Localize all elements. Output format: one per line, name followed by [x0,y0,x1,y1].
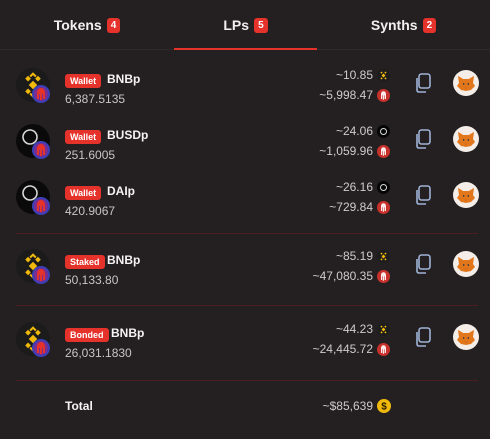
spartan-badge-icon [32,339,50,357]
tab-tokens-label: Tokens [53,17,102,33]
tab-synths[interactable]: Synths 2 [317,0,490,50]
value-asset-icon-wrap [377,125,390,138]
value-asset-icon-wrap [377,250,390,263]
location-tag: Bonded [65,328,109,342]
asset-name: BNBp [111,326,145,340]
sparta-icon [377,145,390,158]
tab-synths-count-badge: 2 [422,17,437,33]
lp-row: Bonded BNBp 26,031.1830 ~44.23 ~24,445.7… [0,318,490,374]
value-asset: ~85.19 [335,249,373,263]
dai-icon [377,181,390,194]
dollar-coin-icon: $ [377,399,391,413]
asset-name: BNBp [107,253,141,267]
copy-icon[interactable] [413,253,433,275]
metamask-fox-icon[interactable] [453,182,479,208]
spartan-badge-icon [32,85,50,103]
value-sparta-icon-wrap [377,201,390,214]
lp-row: Staked BNBp 50,133.80 ~85.19 ~47,080.35 [0,245,490,301]
value-sparta: ~729.84 [329,200,373,214]
bnb-icon [377,69,390,82]
lp-row: Wallet BNBp 6,387.5135 ~10.85 ~5,998.47 [0,64,490,120]
bnb-icon [377,323,390,336]
value-sparta: ~47,080.35 [312,269,373,283]
copy-icon[interactable] [413,128,433,150]
lp-row: Wallet DAIp 420.9067 ~26.16 ~729.84 [0,176,490,232]
spartan-badge-wrap [32,197,50,215]
sparta-icon [377,201,390,214]
value-sparta-icon-wrap [377,343,390,356]
sparta-icon [377,270,390,283]
tab-tokens-count-badge: 4 [106,17,121,33]
value-sparta: ~1,059.96 [319,144,373,158]
spartan-badge-icon [32,197,50,215]
spartan-badge-wrap [32,339,50,357]
section-divider [16,233,478,234]
section-divider [16,380,478,381]
value-asset-icon-wrap [377,323,390,336]
asset-name: BNBp [107,72,141,86]
metamask-fox-icon[interactable] [453,324,479,350]
location-tag: Wallet [65,130,102,144]
spartan-badge-icon [32,141,50,159]
value-sparta-icon-wrap [377,145,390,158]
copy-icon[interactable] [413,326,433,348]
section-divider [16,305,478,306]
svg-text:$: $ [381,402,387,413]
location-tag: Staked [65,255,105,269]
spartan-badge-wrap [32,266,50,284]
sparta-icon [377,343,390,356]
asset-amount: 6,387.5135 [65,92,126,106]
value-sparta: ~24,445.72 [312,342,373,356]
tab-lps-label: LPs [223,17,250,33]
value-sparta-icon-wrap [377,270,390,283]
metamask-fox-icon[interactable] [453,251,479,277]
total-value: ~$85,639 [322,399,373,413]
metamask-fox-icon[interactable] [453,126,479,152]
spartan-badge-icon [32,266,50,284]
value-asset-icon-wrap [377,181,390,194]
value-sparta: ~5,998.47 [319,88,373,102]
metamask-fox-icon[interactable] [453,70,479,96]
location-tag: Wallet [65,74,102,88]
bnb-icon [377,250,390,263]
copy-icon[interactable] [413,184,433,206]
value-sparta-icon-wrap [377,89,390,102]
value-asset: ~26.16 [335,180,373,194]
value-asset: ~10.85 [335,68,373,82]
asset-amount: 251.6005 [65,148,116,162]
tab-lps-count-badge: 5 [254,17,268,33]
busd-icon [377,125,390,138]
asset-amount: 50,133.80 [65,273,119,287]
value-asset: ~24.06 [335,124,373,138]
location-tag: Wallet [65,186,102,200]
total-label: Total [65,399,93,413]
tab-bar: Tokens 4 LPs 5 Synths 2 [0,0,490,50]
tab-tokens[interactable]: Tokens 4 [0,0,174,50]
value-asset: ~44.23 [335,322,373,336]
lp-row: Wallet BUSDp 251.6005 ~24.06 ~1,059.96 [0,120,490,176]
sparta-icon [377,89,390,102]
asset-amount: 26,031.1830 [65,346,132,360]
asset-name: BUSDp [107,128,149,142]
copy-icon[interactable] [413,72,433,94]
spartan-badge-wrap [32,141,50,159]
active-tab-indicator [174,48,317,50]
asset-name: DAIp [107,184,135,198]
asset-amount: 420.9067 [65,204,116,218]
value-asset-icon-wrap [377,69,390,82]
tab-lps[interactable]: LPs 5 [174,0,317,50]
spartan-badge-wrap [32,85,50,103]
tab-synths-label: Synths [370,17,418,33]
